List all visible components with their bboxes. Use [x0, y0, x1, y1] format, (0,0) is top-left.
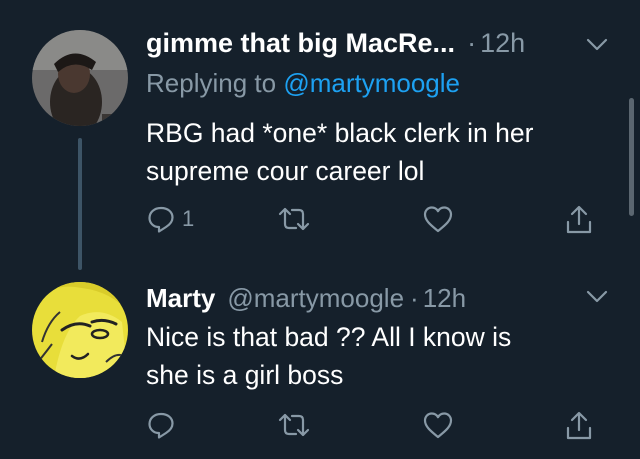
avatar[interactable] — [32, 282, 128, 378]
handle[interactable]: @martymoogle — [227, 283, 404, 314]
share-icon — [566, 205, 592, 234]
separator-dot: · — [410, 283, 419, 313]
reply-icon — [148, 206, 174, 233]
like-button[interactable] — [422, 204, 454, 234]
heart-icon — [423, 412, 453, 439]
retweet-icon — [278, 413, 310, 437]
reply-button[interactable]: 1 — [146, 204, 194, 234]
retweet-button[interactable] — [276, 204, 312, 234]
reply-button[interactable] — [146, 410, 176, 440]
timestamp[interactable]: 12h — [423, 283, 466, 314]
tweet-header: Marty @martymoogle · 12h — [146, 283, 466, 314]
share-icon — [566, 411, 592, 440]
tweet-actions: 1 — [146, 204, 596, 238]
share-button[interactable] — [564, 410, 594, 442]
tweet-text: Nice is that bad ?? All I know is she is… — [146, 318, 616, 394]
retweet-button[interactable] — [276, 410, 312, 440]
display-name[interactable]: gimme that big MacRe... — [146, 28, 455, 59]
separator-dot: · — [467, 28, 477, 58]
retweet-icon — [278, 207, 310, 231]
tweet-2[interactable]: Marty @martymoogle · 12h Nice is that ba… — [0, 266, 640, 459]
tweet-text-line: Nice is that bad ?? All I know is — [146, 322, 512, 352]
tweet-1[interactable]: gimme that big MacRe... · 12h Replying t… — [0, 0, 640, 270]
reply-count: 1 — [182, 206, 195, 231]
replying-to-label: Replying to — [146, 68, 284, 98]
avatar-image — [32, 282, 128, 378]
like-button[interactable] — [422, 410, 454, 440]
tweet-text-line: RBG had *one* black clerk in her — [146, 118, 534, 148]
replying-to-link[interactable]: @martymoogle — [283, 68, 460, 98]
avatar-image — [32, 30, 128, 126]
tweet-text-line: supreme cour career lol — [146, 156, 425, 186]
share-button[interactable] — [564, 204, 594, 236]
tweet-text: RBG had *one* black clerk in her supreme… — [146, 114, 616, 190]
chevron-down-icon[interactable] — [586, 290, 608, 304]
thread-connector — [78, 138, 82, 270]
tweet-actions — [146, 410, 596, 444]
reply-icon — [148, 412, 174, 439]
tweet-header: gimme that big MacRe... · 12h — [146, 28, 525, 59]
replying-to: Replying to @martymoogle — [146, 68, 460, 99]
timestamp[interactable]: 12h — [480, 28, 525, 59]
chevron-down-icon[interactable] — [586, 38, 608, 52]
tweet-text-line: she is a girl boss — [146, 360, 344, 390]
heart-icon — [423, 206, 453, 233]
display-name[interactable]: Marty — [146, 283, 215, 314]
avatar[interactable] — [32, 30, 128, 126]
